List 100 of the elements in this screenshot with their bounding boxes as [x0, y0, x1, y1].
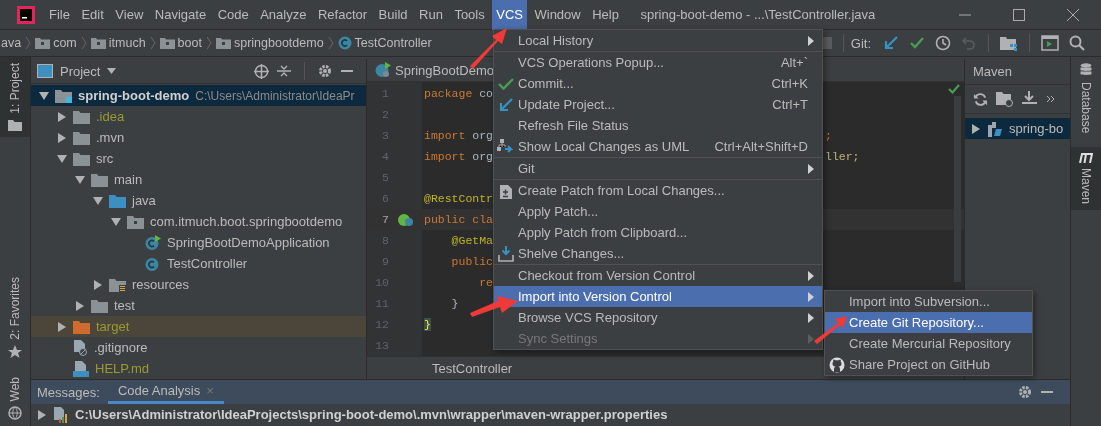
maven-module-icon — [987, 120, 1003, 137]
tree-item[interactable]: spring-bo — [965, 118, 1070, 139]
expand-toggle-icon[interactable] — [93, 279, 103, 290]
menu-item[interactable]: VCS — [492, 0, 527, 30]
tool-window-button[interactable]: Web — [0, 370, 30, 426]
close-icon[interactable] — [1067, 8, 1079, 21]
settings-icon[interactable] — [318, 64, 332, 78]
menu-entry[interactable]: Local History — [494, 30, 822, 51]
expand-toggle-icon[interactable] — [75, 300, 85, 311]
file-icon — [73, 339, 88, 356]
menu-entry[interactable]: Apply Patch... — [494, 201, 822, 222]
star-icon — [8, 344, 22, 359]
clock-icon[interactable] — [935, 35, 951, 51]
breadcrumb-item[interactable]: springbootdemo — [214, 36, 325, 50]
chevron-icon — [327, 36, 334, 50]
expand-toggle-icon[interactable] — [57, 132, 67, 143]
panel-icon — [37, 64, 53, 78]
breadcrumb-item[interactable]: boot — [158, 36, 203, 50]
tree-item[interactable]: HELP.md — [31, 358, 366, 379]
tree-item[interactable]: com.itmuch.boot.springbootdemo — [31, 211, 366, 232]
folder-icon — [73, 109, 90, 124]
menu-item[interactable]: Run — [415, 0, 447, 30]
menu-item[interactable]: File — [45, 0, 74, 30]
refresh-icon[interactable] — [973, 91, 988, 107]
tool-window-button[interactable]: Database — [1071, 57, 1101, 140]
chevron-icon — [80, 36, 87, 50]
expand-toggle-icon[interactable] — [971, 123, 981, 134]
tree-item[interactable]: TestController — [31, 253, 366, 274]
diagram-icon — [497, 138, 515, 155]
panel-label: Messages: — [36, 384, 100, 400]
expand-toggle-icon[interactable] — [39, 90, 49, 101]
panel-title[interactable]: Project — [37, 63, 117, 79]
maximize-icon[interactable] — [1013, 8, 1025, 21]
expand-toggle-icon[interactable] — [111, 216, 121, 227]
expand-toggle-icon[interactable] — [37, 409, 47, 420]
more-icon[interactable] — [1046, 95, 1056, 103]
menu-entry[interactable]: Browse VCS Repository — [494, 307, 822, 328]
menu-entry[interactable]: Shelve Changes... — [494, 243, 822, 264]
terminal-icon[interactable] — [1041, 35, 1059, 51]
folder-grid-icon[interactable] — [1000, 35, 1018, 51]
tree-item[interactable]: src — [31, 148, 366, 169]
expand-toggle-icon[interactable] — [57, 153, 67, 164]
menu-item[interactable]: View — [111, 0, 148, 30]
search-icon[interactable] — [1069, 35, 1085, 51]
menu-item[interactable]: Refactor — [313, 0, 372, 30]
menu-item[interactable]: Navigate — [150, 0, 211, 30]
menu-entry[interactable]: Refresh File Status — [494, 115, 822, 136]
tree-item[interactable]: main — [31, 169, 366, 190]
settings-icon[interactable] — [1018, 385, 1032, 399]
menu-entry[interactable]: Apply Patch from Clipboard... — [494, 222, 822, 243]
locate-icon[interactable] — [254, 63, 269, 79]
breadcrumb-item[interactable]: TestController — [336, 36, 433, 50]
message-path[interactable]: C:\Users\Administrator\IdeaProjects\spring-boot-demo\.mvn\wrapper\maven-wrapper.properties — [75, 407, 668, 422]
expand-toggle-icon[interactable] — [57, 321, 67, 332]
tree-item[interactable]: target — [31, 316, 366, 337]
dropdown-caret-icon — [107, 68, 117, 74]
menu-entry[interactable]: Share Project on GitHub — [825, 354, 1032, 375]
menu-entry[interactable]: Create Patch from Local Changes... — [494, 180, 822, 201]
tree-item[interactable]: .mvn — [31, 127, 366, 148]
tree-item[interactable]: java — [31, 190, 366, 211]
globe-icon — [8, 406, 22, 420]
menu-entry[interactable]: Checkout from Version Control — [494, 265, 822, 286]
menu-item[interactable]: Edit — [77, 0, 108, 30]
project-path: C:\Users\Administrator\IdeaPr — [195, 88, 355, 103]
breadcrumb-item[interactable]: itmuch — [89, 36, 147, 50]
folder-icon — [8, 118, 22, 131]
menu-entry[interactable]: Create Git Repository... — [825, 312, 1032, 333]
tree-item[interactable]: test — [31, 295, 366, 316]
tool-window-button[interactable]: Maven — [1071, 147, 1101, 211]
tool-window-button[interactable]: 2: Favorites — [0, 270, 30, 365]
breadcrumb-item[interactable]: com — [34, 36, 78, 50]
menu-item[interactable]: Tools — [450, 0, 489, 30]
line-number: 7 — [381, 213, 389, 227]
tree-item[interactable]: .gitignore — [31, 337, 366, 358]
update-arrow-icon[interactable] — [883, 35, 899, 51]
menu-entry[interactable]: Show Local Changes as UML Ctrl+Alt+Shift+D — [494, 136, 822, 157]
check-icon[interactable] — [909, 35, 925, 51]
expand-toggle-icon[interactable] — [57, 111, 67, 122]
tool-window-button[interactable]: 1: Project — [0, 57, 30, 137]
tree-item[interactable]: spring-boot-demo C:\Users\Administrator\IdeaPr — [31, 85, 366, 106]
expand-toggle-icon[interactable] — [93, 195, 103, 206]
breadcrumb-item[interactable]: ava — [0, 36, 23, 50]
collapse-all-icon[interactable] — [277, 64, 291, 78]
download-icon[interactable] — [1021, 91, 1038, 107]
menu-item[interactable]: Code — [213, 0, 253, 30]
editor-breadcrumb[interactable]: TestController — [432, 360, 513, 376]
tree-item[interactable]: SpringBootDemoApplication — [31, 232, 366, 253]
menu-entry[interactable]: Update Project... Ctrl+T — [494, 94, 822, 115]
menu-item[interactable]: Window — [530, 0, 585, 30]
menu-entry[interactable]: Git — [494, 158, 822, 179]
menu-entry[interactable]: Import into Version Control — [494, 286, 822, 307]
menu-item[interactable]: Analyze — [256, 0, 311, 30]
menu-item[interactable]: Help — [588, 0, 623, 30]
menu-entry[interactable]: Import into Subversion... — [825, 291, 1032, 312]
tree-item[interactable]: resources — [31, 274, 366, 295]
tree-item[interactable]: .idea — [31, 106, 366, 127]
menu-item[interactable]: Build — [374, 0, 412, 30]
menu-entry[interactable]: Create Mercurial Repository — [825, 333, 1032, 354]
expand-toggle-icon[interactable] — [75, 174, 85, 185]
folder-add-icon[interactable] — [996, 91, 1013, 107]
